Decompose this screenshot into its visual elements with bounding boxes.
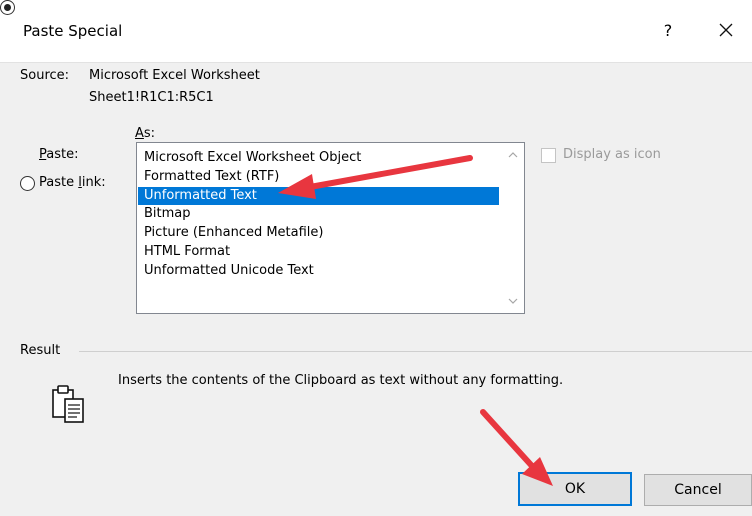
paste-special-dialog: Paste Special ? Source: Microsoft Excel … — [0, 0, 752, 516]
dialog-title: Paste Special — [23, 22, 123, 40]
format-item[interactable]: Bitmap — [138, 205, 499, 224]
chevron-down-icon[interactable] — [505, 294, 521, 308]
listbox-scrollbar[interactable] — [502, 143, 524, 313]
paste-link-radio-label[interactable]: Paste link: — [39, 175, 106, 190]
paste-radio[interactable] — [0, 0, 15, 15]
format-item[interactable]: HTML Format — [138, 243, 499, 262]
as-label: As: — [135, 126, 156, 141]
display-as-icon-label[interactable]: Display as icon — [563, 147, 661, 162]
result-divider — [79, 351, 752, 352]
format-item[interactable]: Picture (Enhanced Metafile) — [138, 224, 499, 243]
format-list: Microsoft Excel Worksheet Object Formatt… — [138, 149, 499, 281]
result-label: Result — [20, 343, 61, 358]
as-format-listbox[interactable]: Microsoft Excel Worksheet Object Formatt… — [136, 142, 525, 314]
help-button[interactable]: ? — [650, 14, 686, 46]
source-label: Source: — [20, 68, 70, 83]
paste-link-radio[interactable] — [20, 176, 35, 191]
close-button[interactable] — [708, 14, 744, 46]
result-description: Inserts the contents of the Clipboard as… — [118, 373, 564, 388]
chevron-up-icon[interactable] — [505, 148, 521, 162]
paste-label-rest: aste: — [46, 147, 79, 162]
source-value: Microsoft Excel Worksheet — [89, 68, 260, 83]
cancel-button[interactable]: Cancel — [644, 474, 752, 506]
source-range: Sheet1!R1C1:R5C1 — [89, 90, 214, 105]
format-item[interactable]: Microsoft Excel Worksheet Object — [138, 149, 499, 168]
display-as-icon-checkbox[interactable] — [541, 148, 556, 163]
title-bar: Paste Special ? — [0, 0, 752, 63]
ok-button[interactable]: OK — [518, 472, 632, 506]
format-item-selected[interactable]: Unformatted Text — [138, 186, 499, 206]
clipboard-icon — [52, 385, 84, 423]
paste-radio-label[interactable]: Paste: — [39, 147, 78, 162]
paste-link-label-end: ink: — [81, 175, 106, 190]
format-item[interactable]: Formatted Text (RTF) — [138, 168, 499, 187]
paste-link-label-start: Paste — [39, 175, 79, 190]
close-icon — [719, 23, 733, 37]
format-item[interactable]: Unformatted Unicode Text — [138, 262, 499, 281]
